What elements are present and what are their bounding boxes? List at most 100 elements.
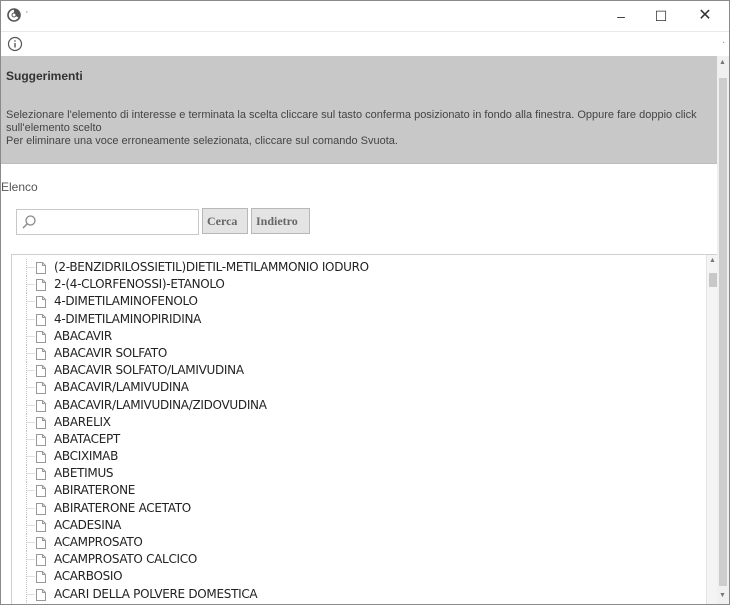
tree-connector-icon bbox=[26, 465, 35, 483]
document-icon bbox=[36, 451, 46, 464]
list-item-label: 4-DIMETILAMINOFENOLO bbox=[54, 294, 198, 309]
list-item[interactable]: ABACAVIR SOLFATO/LAMIVUDINA bbox=[12, 362, 702, 380]
tree-connector-icon bbox=[26, 482, 35, 500]
list-scrollbar[interactable]: ▲ bbox=[706, 255, 717, 604]
document-icon bbox=[36, 399, 46, 412]
document-icon bbox=[36, 433, 46, 446]
list-item[interactable]: ABACAVIR SOLFATO bbox=[12, 344, 702, 362]
page-scroll-down-icon[interactable]: ▼ bbox=[719, 592, 726, 599]
document-icon bbox=[36, 296, 46, 309]
info-icon[interactable] bbox=[7, 36, 23, 52]
document-icon bbox=[36, 485, 46, 498]
list-item[interactable]: 4-DIMETILAMINOPIRIDINA bbox=[12, 310, 702, 328]
document-icon bbox=[36, 502, 46, 515]
list-item-label: ACARBOSIO bbox=[54, 569, 123, 584]
tree-connector-icon bbox=[26, 379, 35, 397]
back-button[interactable]: Indietro bbox=[251, 208, 310, 234]
list-item-label: ACAMPROSATO CALCICO bbox=[54, 552, 197, 567]
document-icon bbox=[36, 468, 46, 481]
list-label: Elenco bbox=[1, 180, 38, 194]
page-scroll-up-icon[interactable]: ▲ bbox=[719, 59, 726, 66]
list-item-label: 2-(4-CLORFENOSSI)-ETANOLO bbox=[54, 277, 225, 292]
document-icon bbox=[36, 537, 46, 549]
list-item[interactable]: 4-DIMETILAMINOFENOLO bbox=[12, 293, 702, 311]
suggestions-text: Selezionare l'elemento di interesse e te… bbox=[6, 109, 714, 148]
search-input[interactable] bbox=[41, 212, 195, 232]
search-icon bbox=[22, 215, 36, 229]
tree-connector-icon bbox=[26, 327, 35, 345]
list-panel: (2-BENZIDRILOSSIETIL)DIETIL-METILAMMONIO… bbox=[11, 254, 717, 604]
list-item[interactable]: ACADESINA bbox=[12, 516, 702, 534]
maximize-button[interactable]: ☐ bbox=[641, 1, 681, 31]
tree-connector-icon bbox=[26, 396, 35, 414]
document-icon bbox=[36, 519, 46, 532]
list-item[interactable]: ABACAVIR bbox=[12, 327, 702, 345]
tree-connector-icon bbox=[26, 259, 35, 276]
document-icon bbox=[36, 382, 46, 395]
close-button[interactable]: ✕ bbox=[685, 1, 725, 31]
list-item-label: ABACAVIR bbox=[54, 328, 112, 343]
search-box bbox=[16, 209, 199, 235]
list-item-label: ACAMPROSATO bbox=[54, 535, 143, 549]
document-icon bbox=[36, 571, 46, 584]
app-icon bbox=[7, 8, 21, 22]
document-icon bbox=[36, 313, 46, 326]
search-button[interactable]: Cerca bbox=[202, 208, 248, 234]
list-item[interactable]: (2-BENZIDRILOSSIETIL)DIETIL-METILAMMONIO… bbox=[12, 259, 702, 276]
list-item-label: ABACAVIR/LAMIVUDINA bbox=[54, 380, 189, 395]
document-icon bbox=[36, 262, 46, 274]
list-item-label: ABACAVIR/LAMIVUDINA/ZIDOVUDINA bbox=[54, 397, 267, 412]
list-item[interactable]: ACARBOSIO bbox=[12, 568, 702, 586]
list-item[interactable]: ABATACEPT bbox=[12, 430, 702, 448]
list-scroll-up-icon[interactable]: ▲ bbox=[709, 257, 716, 264]
tree-connector-icon bbox=[26, 551, 35, 569]
document-icon bbox=[36, 279, 46, 292]
list-item[interactable]: ABACAVIR/LAMIVUDINA/ZIDOVUDINA bbox=[12, 396, 702, 414]
tree-connector-icon bbox=[26, 293, 35, 311]
list-item-label: ACADESINA bbox=[54, 517, 122, 532]
document-icon bbox=[36, 365, 46, 378]
list-item[interactable]: ABARELIX bbox=[12, 413, 702, 431]
tree-connector-icon bbox=[26, 568, 35, 586]
list-item-label: ABIRATERONE ACETATO bbox=[54, 500, 191, 515]
list-item-label: (2-BENZIDRILOSSIETIL)DIETIL-METILAMMONIO… bbox=[54, 260, 369, 274]
list-item-label: ACARI DELLA POLVERE DOMESTICA bbox=[54, 586, 258, 601]
list-item[interactable]: ABIRATERONE bbox=[12, 482, 702, 500]
tree-connector-icon bbox=[26, 276, 35, 294]
list-item-label: ABACAVIR SOLFATO bbox=[54, 345, 167, 360]
list-item-label: ABATACEPT bbox=[54, 431, 120, 446]
list-item-label: ABIRATERONE bbox=[54, 483, 136, 498]
page-scrollbar[interactable]: ▲ ▼ bbox=[717, 56, 729, 604]
address-bar: . bbox=[1, 31, 729, 57]
suggestions-line-2: Per eliminare una voce erroneamente sele… bbox=[6, 135, 398, 147]
item-list: (2-BENZIDRILOSSIETIL)DIETIL-METILAMMONIO… bbox=[12, 259, 702, 603]
list-item-label: ABETIMUS bbox=[54, 466, 114, 481]
list-item[interactable]: ABIRATERONE ACETATO bbox=[12, 499, 702, 517]
minimize-button[interactable]: – bbox=[601, 1, 641, 31]
list-item-label: 4-DIMETILAMINOPIRIDINA bbox=[54, 311, 202, 326]
document-icon bbox=[36, 347, 46, 360]
list-item[interactable]: ABETIMUS bbox=[12, 465, 702, 483]
tree-connector-icon bbox=[26, 413, 35, 431]
addressbar-dot: . bbox=[722, 35, 725, 46]
document-icon bbox=[36, 554, 46, 567]
popup-window: · – ☐ ✕ . Suggerimenti Selezionare l'ele… bbox=[0, 0, 730, 605]
list-item-label: ABARELIX bbox=[54, 414, 111, 429]
list-scroll-thumb[interactable] bbox=[709, 273, 717, 287]
suggestions-title: Suggerimenti bbox=[6, 69, 83, 83]
list-item[interactable]: ABCIXIMAB bbox=[12, 448, 702, 466]
tree-connector-icon bbox=[26, 362, 35, 380]
document-icon bbox=[36, 416, 46, 429]
document-icon bbox=[36, 588, 46, 601]
title-bar: · – ☐ ✕ bbox=[1, 1, 729, 31]
tree-connector-icon bbox=[26, 499, 35, 517]
list-item[interactable]: ACAMPROSATO bbox=[12, 534, 702, 551]
list-item[interactable]: ACAMPROSATO CALCICO bbox=[12, 551, 702, 569]
list-item[interactable]: 2-(4-CLORFENOSSI)-ETANOLO bbox=[12, 276, 702, 294]
list-item[interactable]: ABACAVIR/LAMIVUDINA bbox=[12, 379, 702, 397]
list-item[interactable]: ACARI DELLA POLVERE DOMESTICA bbox=[12, 585, 702, 603]
suggestions-panel: Suggerimenti Selezionare l'elemento di i… bbox=[1, 56, 717, 164]
list-item-label: ABACAVIR SOLFATO/LAMIVUDINA bbox=[54, 363, 244, 378]
page-scroll-thumb[interactable] bbox=[719, 78, 727, 586]
window-title: · bbox=[25, 6, 29, 18]
